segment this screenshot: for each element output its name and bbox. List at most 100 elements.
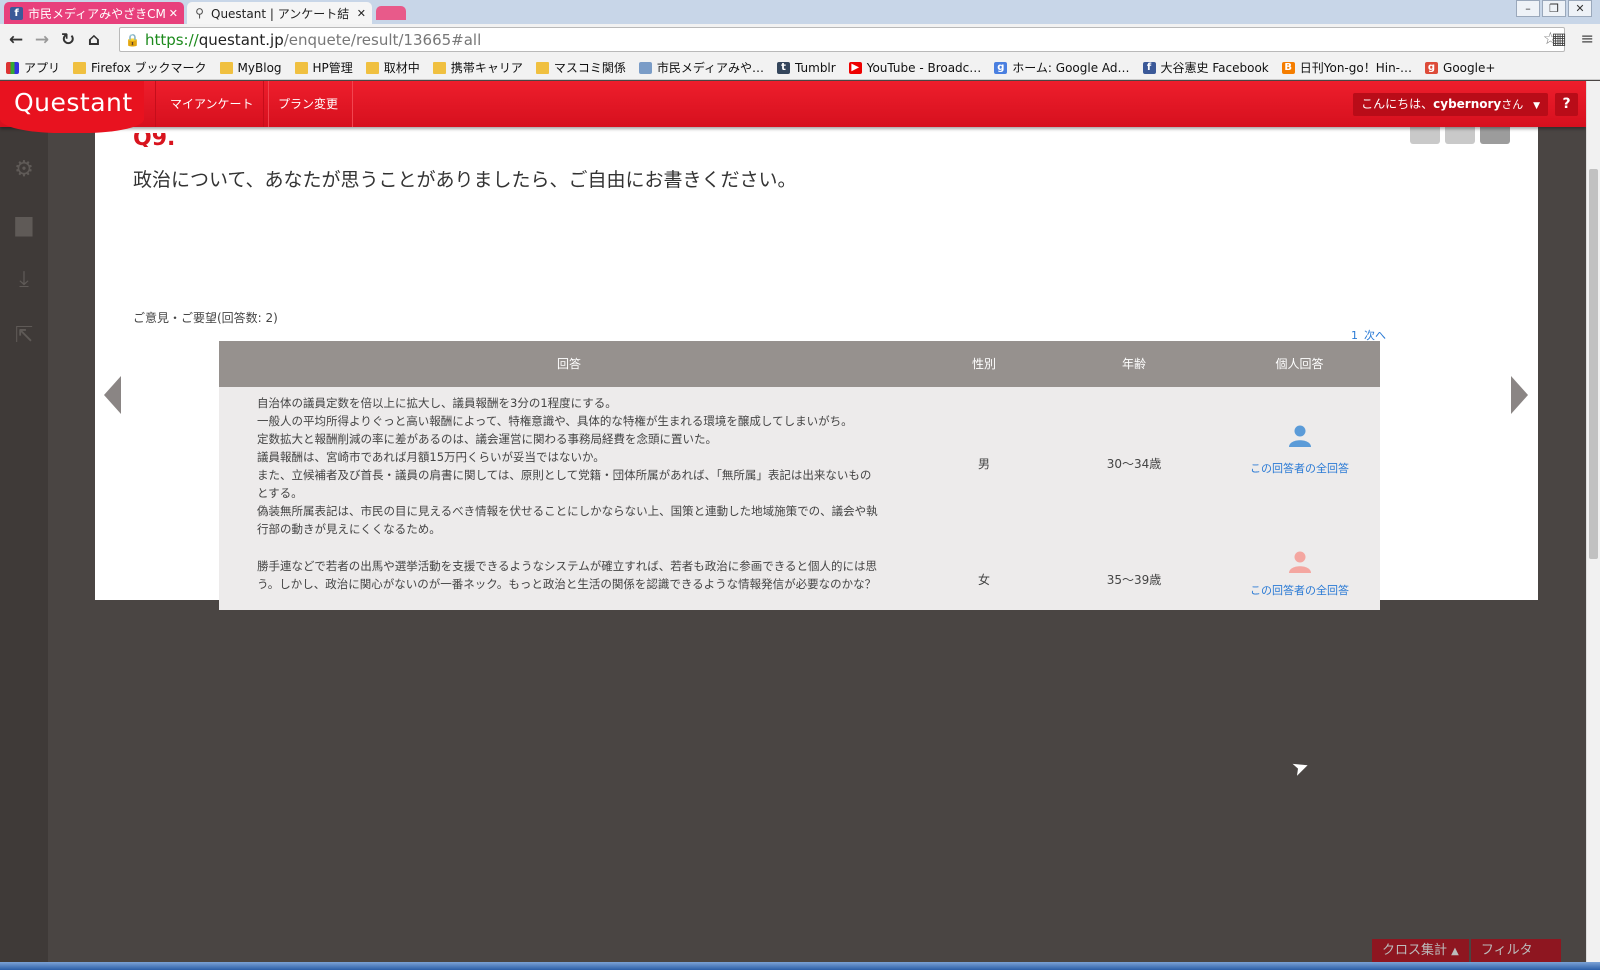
bookmark-item[interactable]: 取材中 — [365, 59, 420, 76]
home-icon[interactable]: ⌂ — [81, 27, 107, 53]
person-icon — [1288, 551, 1311, 573]
answer-summary: ご意見・ご要望(回答数: 2) — [133, 311, 278, 325]
scrollbar-thumb[interactable] — [1589, 169, 1598, 559]
apps-icon — [6, 61, 19, 74]
bookmark-item[interactable]: 市民メディアみや… — [638, 59, 765, 76]
browser-tab-questant[interactable]: ⚲ Questant | アンケート結 ✕ — [187, 2, 372, 24]
answer-text: 勝手連などで若者の出馬や選挙活動を支援できるようなシステムが確立すれば、若者も政… — [257, 559, 877, 591]
bookmark-item[interactable]: ▶ YouTube - Broadc… — [848, 60, 982, 75]
facebook-icon: f — [1142, 61, 1156, 74]
logo[interactable]: Questant — [0, 81, 144, 133]
all-answers-link[interactable]: この回答者の全回答 — [1250, 584, 1349, 597]
view-detail-button[interactable] — [1480, 127, 1510, 144]
bookmark-label: 大谷憲史 Facebook — [1160, 61, 1269, 75]
age-cell: 30〜34歳 — [1106, 457, 1162, 471]
bookmark-item[interactable]: t Tumblr — [777, 61, 836, 75]
nav-plan-change[interactable]: プラン変更 — [263, 81, 354, 127]
bookmark-label: 日刊Yon-go！Hin-… — [1299, 61, 1413, 75]
os-taskbar — [0, 962, 1600, 970]
new-tab-button[interactable] — [376, 6, 406, 20]
bookmark-item[interactable]: アプリ — [6, 59, 60, 76]
cross-tab-button[interactable]: クロス集計 ▲ — [1372, 939, 1469, 962]
bookmark-item[interactable]: HP管理 — [294, 59, 353, 76]
reload-icon[interactable]: ↻ — [55, 27, 81, 53]
bookmark-label: 市民メディアみや… — [656, 61, 765, 75]
bookmark-label: 携帯キャリア — [450, 61, 523, 75]
bookmark-item[interactable]: マスコミ関係 — [535, 59, 626, 76]
app-header: Questant マイアンケート プラン変更 こんにちは、cybernoryさん… — [0, 81, 1586, 133]
bookmark-item[interactable]: MyBlog — [219, 61, 282, 75]
bookmark-label: Google+ — [1443, 60, 1496, 75]
header-answer: 回答 — [556, 357, 581, 371]
close-icon[interactable]: ✕ — [357, 7, 366, 20]
google-icon: g — [994, 61, 1008, 74]
age-cell: 35〜39歳 — [1106, 573, 1162, 587]
chevron-down-icon: ▼ — [1533, 101, 1540, 111]
question-card: Q9. 政治について、あなたが思うことがありましたら、ご自由にお書きください。 … — [95, 127, 1538, 610]
minimize-icon[interactable]: – — [1516, 0, 1540, 17]
gear-icon[interactable]: ⚙ — [11, 157, 37, 183]
sidebar: ⚙ ▆ ⤓ ⇱ — [0, 127, 48, 970]
bookmark-label: Firefox ブックマーク — [91, 61, 207, 75]
bookmark-item[interactable]: f 大谷憲史 Facebook — [1142, 59, 1269, 76]
header-age: 年齢 — [1121, 357, 1146, 371]
youtube-icon: ▶ — [848, 61, 862, 74]
bookmark-item[interactable]: 携帯キャリア — [432, 59, 523, 76]
all-answers-link[interactable]: この回答者の全回答 — [1250, 462, 1349, 475]
bookmark-label: ホーム: Google Ad… — [1012, 61, 1130, 75]
user-menu[interactable]: こんにちは、cybernoryさん ▼ — [1353, 93, 1548, 116]
header-individual: 個人回答 — [1275, 357, 1324, 371]
bookmark-label: YouTube - Broadc… — [866, 60, 982, 75]
back-icon[interactable]: ← — [3, 27, 29, 53]
extension-icon[interactable]: ▦ — [1551, 29, 1566, 48]
page-icon — [638, 61, 652, 74]
download-icon[interactable]: ⤓ — [11, 267, 37, 293]
close-window-icon[interactable]: ✕ — [1568, 0, 1592, 17]
next-question-arrow[interactable] — [1511, 376, 1528, 414]
view-toggle — [1410, 127, 1510, 144]
gender-cell: 女 — [977, 573, 990, 587]
bookmarks-bar: アプリ Firefox ブックマーク MyBlog HP管理 取材中 携帯キャリ… — [0, 56, 1600, 80]
header-gender: 性別 — [971, 357, 996, 371]
browser-tabstrip: f 市民メディアみやざきCM ✕ ⚲ Questant | アンケート結 ✕ –… — [0, 0, 1600, 24]
bookmark-label: HP管理 — [312, 61, 353, 75]
nav-my-survey[interactable]: マイアンケート — [155, 81, 269, 127]
individual-cell: この回答者の全回答 — [1219, 551, 1380, 598]
greeting-prefix: こんにちは、 — [1361, 97, 1434, 111]
browser-tab-facebook[interactable]: f 市民メディアみやざきCM ✕ — [4, 2, 184, 24]
view-grid-button[interactable] — [1445, 127, 1475, 144]
individual-cell: この回答者の全回答 — [1219, 425, 1380, 476]
previous-question-arrow[interactable] — [104, 376, 121, 414]
bookmark-item[interactable]: g Google+ — [1425, 61, 1495, 75]
tab-label: Questant | アンケート結 — [211, 6, 350, 21]
share-icon[interactable]: ⇱ — [11, 323, 37, 349]
toolbar-extensions: ▦ ≡ — [1551, 29, 1594, 48]
username: cybernory — [1433, 97, 1502, 111]
help-button[interactable]: ? — [1555, 93, 1578, 116]
folder-icon[interactable]: ▆ — [11, 212, 37, 238]
chevron-up-icon: ▲ — [1451, 946, 1459, 957]
question-number: Q9. — [133, 133, 176, 147]
tab-label: 市民メディアみやざきCM — [28, 6, 165, 21]
url-scheme: https:// — [144, 30, 199, 49]
logo-text: Questant — [14, 88, 133, 117]
bookmark-label: マスコミ関係 — [553, 61, 626, 75]
filter-button[interactable]: フィルタ — [1470, 939, 1561, 962]
bookmark-item[interactable]: g ホーム: Google Ad… — [994, 59, 1130, 76]
person-icon — [1288, 425, 1311, 447]
url-path: /enquete/result/13665#all — [283, 30, 482, 49]
close-icon[interactable]: ✕ — [169, 7, 178, 20]
restore-icon[interactable]: ❐ — [1542, 0, 1566, 17]
bookmark-item[interactable]: Firefox ブックマーク — [73, 59, 207, 76]
table-row: 勝手連などで若者の出馬や選挙活動を支援できるようなシステムが確立すれば、若者も政… — [219, 547, 1380, 610]
browser-toolbar: ← → ↻ ⌂ 🔒 https:// questant.jp /enquete/… — [0, 24, 1600, 56]
folder-icon — [432, 61, 446, 74]
address-bar[interactable]: 🔒 https:// questant.jp /enquete/result/1… — [119, 27, 1565, 52]
page-scrollbar[interactable] — [1586, 81, 1600, 970]
facebook-icon: f — [10, 6, 23, 20]
menu-icon[interactable]: ≡ — [1581, 29, 1594, 48]
view-list-button[interactable] — [1410, 127, 1440, 144]
folder-icon — [73, 61, 87, 74]
bookmark-item[interactable]: B 日刊Yon-go！Hin-… — [1281, 59, 1413, 76]
forward-icon[interactable]: → — [29, 27, 55, 53]
